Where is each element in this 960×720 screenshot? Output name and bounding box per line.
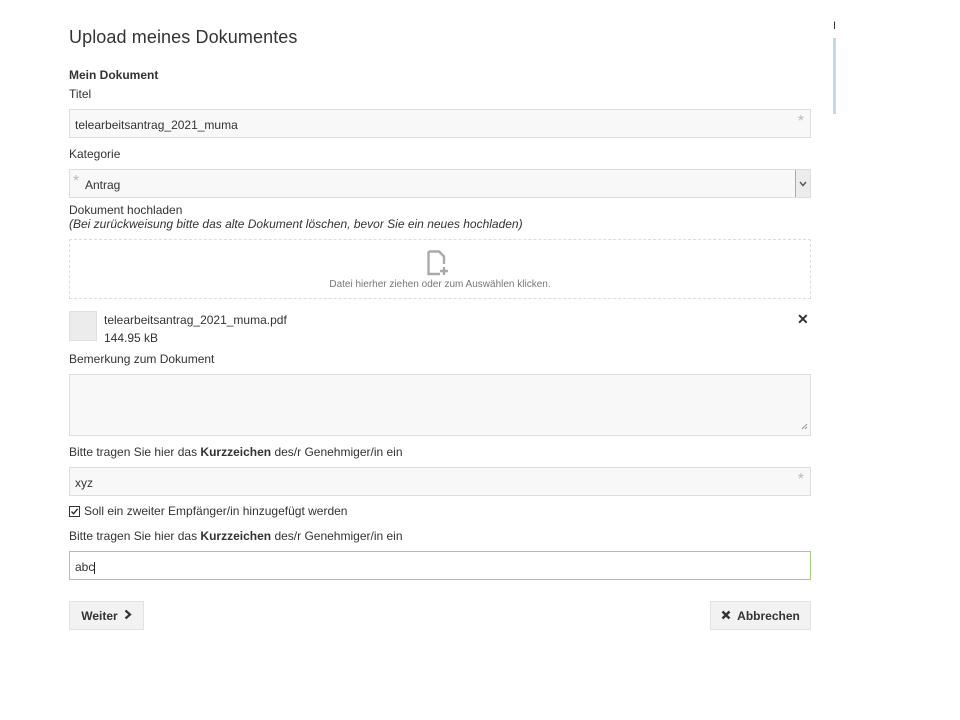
remark-label: Bemerkung zum Dokument [69, 352, 215, 366]
resize-handle-icon[interactable] [801, 419, 808, 433]
checkbox-checked-icon[interactable] [69, 505, 80, 517]
dropzone-text: Datei hierher ziehen oder zum Auswählen … [329, 279, 551, 290]
section-title: Mein Dokument [69, 68, 159, 82]
next-label: Weiter [81, 608, 118, 623]
cancel-button[interactable]: Abbrechen [710, 601, 811, 630]
close-icon [721, 609, 731, 623]
dropzone[interactable]: Datei hierher ziehen oder zum Auswählen … [69, 239, 811, 299]
checkbox-label: Soll ein zweiter Empfänger/in hinzugefüg… [84, 504, 348, 518]
kategorie-label: Kategorie [69, 147, 121, 161]
second-recipient-checkbox-row[interactable]: Soll ein zweiter Empfänger/in hinzugefüg… [69, 504, 347, 518]
text-cursor [94, 561, 96, 574]
page-title: Upload meines Dokumentes [69, 27, 298, 47]
upload-label: Dokument hochladen [69, 203, 183, 217]
close-icon[interactable]: ✕ [797, 311, 809, 328]
next-button[interactable]: Weiter [69, 601, 144, 630]
side-letter: I [833, 20, 837, 32]
kurzzeichen-input-1[interactable]: xyz * [69, 467, 811, 496]
kurzzeichen-input-2[interactable]: abc [69, 551, 811, 580]
kategorie-value: Antrag [85, 178, 121, 192]
kurzzeichen-label-2: Bitte tragen Sie hier das Kurzzeichen de… [69, 529, 403, 543]
file-name: telearbeitsantrag_2021_muma.pdf [104, 313, 287, 327]
required-icon: * [797, 113, 804, 130]
kurzzeichen-value-1: xyz [75, 476, 93, 490]
cancel-label: Abbrechen [737, 608, 800, 623]
required-icon: * [73, 173, 80, 190]
remark-textarea[interactable] [69, 374, 811, 436]
kurzzeichen-label-1: Bitte tragen Sie hier das Kurzzeichen de… [69, 445, 403, 459]
file-thumbnail [69, 311, 97, 341]
titel-input[interactable]: telearbeitsantrag_2021_muma * [69, 109, 811, 138]
kurzzeichen-value-2: abc [75, 560, 96, 574]
required-icon: * [797, 471, 804, 488]
file-add-icon [427, 250, 455, 279]
titel-value: telearbeitsantrag_2021_muma [75, 118, 238, 132]
side-scroll-indicator[interactable] [833, 38, 836, 114]
titel-label: Titel [69, 87, 92, 101]
file-size: 144.95 kB [104, 331, 159, 345]
chevron-down-icon[interactable] [795, 170, 810, 197]
upload-hint: (Bei zurückweisung bitte das alte Dokume… [69, 217, 523, 231]
chevron-right-icon [124, 609, 132, 623]
kategorie-select[interactable]: * Antrag [69, 169, 811, 198]
